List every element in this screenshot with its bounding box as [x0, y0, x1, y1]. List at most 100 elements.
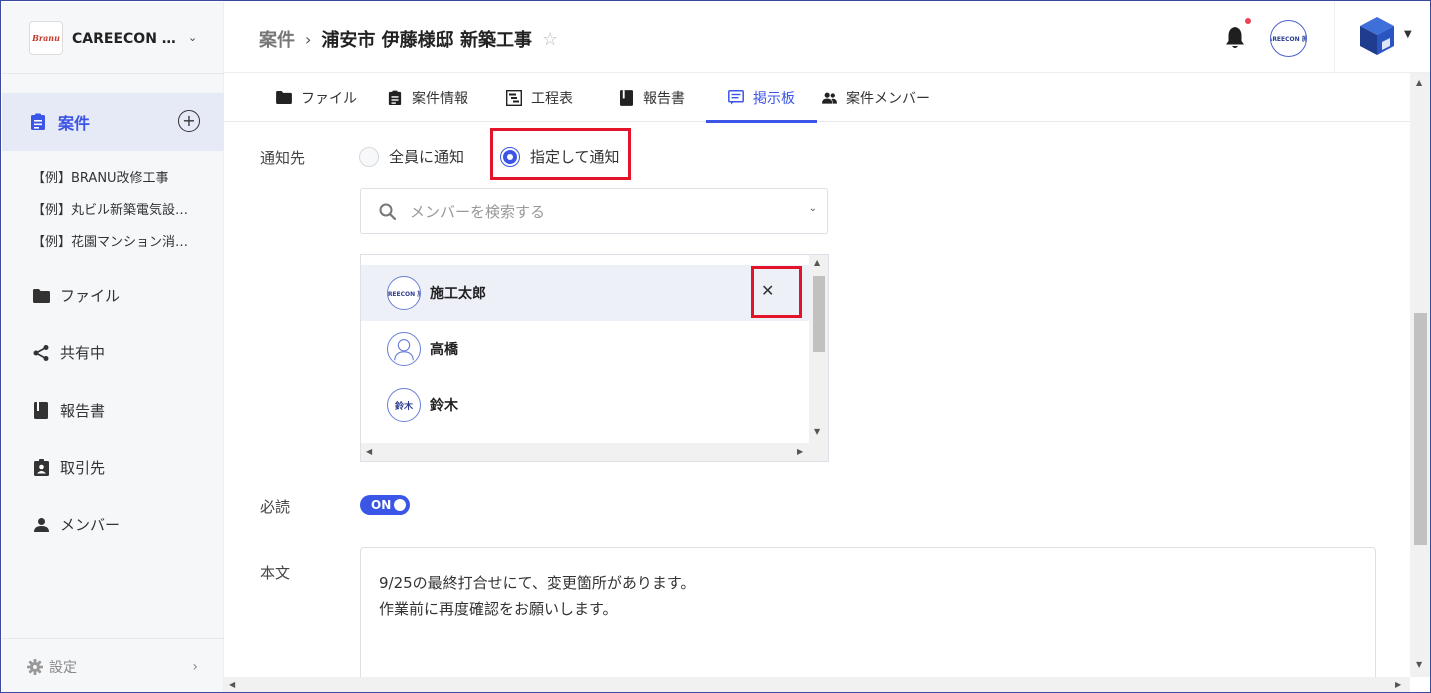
person-outline-icon [394, 339, 414, 361]
tab-schedule[interactable]: 工程表 [506, 73, 573, 122]
scroll-up-arrow-icon[interactable]: ▲ [814, 258, 820, 267]
caret-down-icon[interactable]: ▼ [1404, 29, 1412, 40]
chevron-right-icon: › [305, 29, 312, 49]
bell-icon[interactable] [1224, 26, 1246, 50]
highlight-box [751, 266, 802, 318]
page-horizontal-scrollbar[interactable]: ◀ ▶ [224, 677, 1410, 692]
tab-reports[interactable]: 報告書 [618, 73, 685, 122]
sidebar-item-reports[interactable]: 報告書 [32, 400, 105, 421]
clipboard-icon [387, 90, 403, 106]
avatar: 鈴木 [387, 388, 421, 422]
tab-project-info[interactable]: 案件情報 [387, 73, 468, 122]
plus-icon: + [182, 111, 196, 130]
notification-dot [1245, 18, 1251, 24]
top-header: 案件 › 浦安市 伊藤様邸 新築工事 ☆ CAREECON 施工 ▼ [224, 2, 1430, 73]
radio-notify-all[interactable]: 全員に通知 [359, 146, 464, 167]
notify-target-label: 通知先 [260, 149, 306, 167]
scroll-down-arrow-icon[interactable]: ▼ [1416, 660, 1422, 669]
folder-icon [276, 90, 292, 106]
body-line: 9/25の最終打合せにて、変更箇所があります。 [379, 574, 696, 592]
scroll-down-arrow-icon[interactable]: ▼ [814, 427, 820, 436]
required-read-label: 必読 [260, 498, 291, 516]
search-placeholder: メンバーを検索する [410, 202, 546, 221]
radio-circle [359, 146, 379, 167]
sidebar-item-label: 案件 [58, 114, 91, 133]
scroll-up-arrow-icon[interactable]: ▲ [1416, 78, 1422, 87]
project-link[interactable]: 【例】花園マンション消防設備工事 [32, 231, 194, 250]
tab-label: 報告書 [643, 90, 685, 107]
brand-logo: Branu [29, 20, 63, 55]
workspace-name: CAREECON 施工管理 [72, 30, 178, 47]
body-line: 作業前に再度確認をお願いします。 [379, 600, 618, 618]
required-read-toggle[interactable]: ON [360, 495, 410, 515]
chevron-down-icon: ⌄ [188, 31, 198, 44]
tab-label: 掲示板 [753, 90, 795, 107]
sidebar-item-label: 取引先 [60, 459, 106, 477]
radio-label: 全員に通知 [389, 148, 465, 166]
toggle-text: ON [371, 498, 392, 512]
member-search-select[interactable]: メンバーを検索する ⌄ [360, 188, 828, 234]
folder-icon [32, 287, 50, 305]
sidebar-item-clients[interactable]: 取引先 [32, 457, 105, 478]
sidebar: Branu CAREECON 施工管理 ⌄ 案件 + 【例】BRANU改修工事 … [2, 2, 224, 692]
chevron-right-icon: › [192, 658, 198, 675]
tab-message-board[interactable]: 掲示板 [706, 73, 817, 123]
avatar: CAREECON 施工 [387, 276, 421, 310]
sidebar-item-projects[interactable]: 案件 + [2, 93, 224, 151]
list-item[interactable]: 高橋 [361, 321, 809, 377]
body-textarea[interactable]: 9/25の最終打合せにて、変更箇所があります。 作業前に再度確認をお願いします。 [360, 547, 1376, 687]
tab-label: ファイル [301, 90, 357, 107]
star-icon[interactable]: ☆ [542, 29, 558, 50]
sidebar-item-settings[interactable]: 設定 › [2, 638, 224, 692]
page-vertical-scrollbar[interactable]: ▲ ▼ [1410, 73, 1430, 677]
clipboard-icon [31, 113, 45, 130]
list-item[interactable]: 鈴木 鈴木 [361, 377, 809, 433]
scroll-right-arrow-icon[interactable]: ▶ [797, 447, 803, 456]
highlight-box [490, 128, 631, 180]
sidebar-item-shared[interactable]: 共有中 [32, 342, 105, 363]
tab-files[interactable]: ファイル [276, 73, 357, 122]
scroll-left-arrow-icon[interactable]: ◀ [366, 447, 372, 456]
project-tabs: ファイル 案件情報 工程表 報告書 掲示板 案件メンバー [224, 73, 1410, 123]
gear-icon [27, 658, 43, 675]
sidebar-item-label: 報告書 [60, 402, 106, 420]
project-link[interactable]: 【例】BRANU改修工事 [32, 167, 194, 186]
list-horizontal-scrollbar[interactable]: ◀ ▶ [361, 443, 828, 461]
search-icon [379, 203, 396, 220]
sidebar-item-label: 共有中 [60, 344, 106, 362]
scroll-right-arrow-icon[interactable]: ▶ [1395, 680, 1401, 689]
tab-label: 工程表 [531, 90, 573, 107]
app-window: Branu CAREECON 施工管理 ⌄ 案件 + 【例】BRANU改修工事 … [0, 0, 1431, 693]
avatar [387, 332, 421, 366]
message-board-icon [728, 90, 744, 106]
breadcrumb-root[interactable]: 案件 [259, 26, 295, 52]
chevron-down-icon: ⌄ [808, 203, 817, 214]
scroll-thumb[interactable] [1414, 313, 1427, 545]
add-project-button[interactable]: + [178, 110, 200, 132]
sidebar-item-members[interactable]: メンバー [32, 514, 120, 535]
member-name: 高橋 [430, 342, 458, 358]
list-item[interactable]: CAREECON 施工 施工太郎 ✕ [361, 265, 809, 321]
group-icon [821, 90, 837, 106]
sidebar-item-label: ファイル [60, 287, 121, 305]
sidebar-item-label: メンバー [60, 516, 121, 534]
book-icon [32, 402, 50, 420]
tab-project-members[interactable]: 案件メンバー [821, 73, 930, 122]
project-link[interactable]: 【例】丸ビル新築電気設備工事 [32, 199, 194, 218]
contact-badge-icon [32, 459, 50, 477]
scroll-thumb[interactable] [813, 276, 825, 352]
avatar[interactable]: CAREECON 施工 [1270, 20, 1307, 57]
scroll-left-arrow-icon[interactable]: ◀ [229, 680, 235, 689]
list-vertical-scrollbar[interactable]: ▲ ▼ [809, 255, 828, 443]
breadcrumb: 案件 › 浦安市 伊藤様邸 新築工事 ☆ [259, 26, 558, 52]
settings-label: 設定 [49, 659, 77, 676]
book-icon [618, 89, 634, 106]
person-icon [32, 516, 50, 534]
member-name: 施工太郎 [430, 286, 486, 302]
page-title: 浦安市 伊藤様邸 新築工事 [321, 30, 532, 51]
share-icon [32, 344, 50, 362]
workspace-switcher[interactable]: Branu CAREECON 施工管理 ⌄ [2, 2, 224, 74]
app-logo-icon[interactable] [1359, 16, 1395, 56]
divider [1334, 2, 1335, 73]
sidebar-item-files[interactable]: ファイル [32, 285, 120, 306]
